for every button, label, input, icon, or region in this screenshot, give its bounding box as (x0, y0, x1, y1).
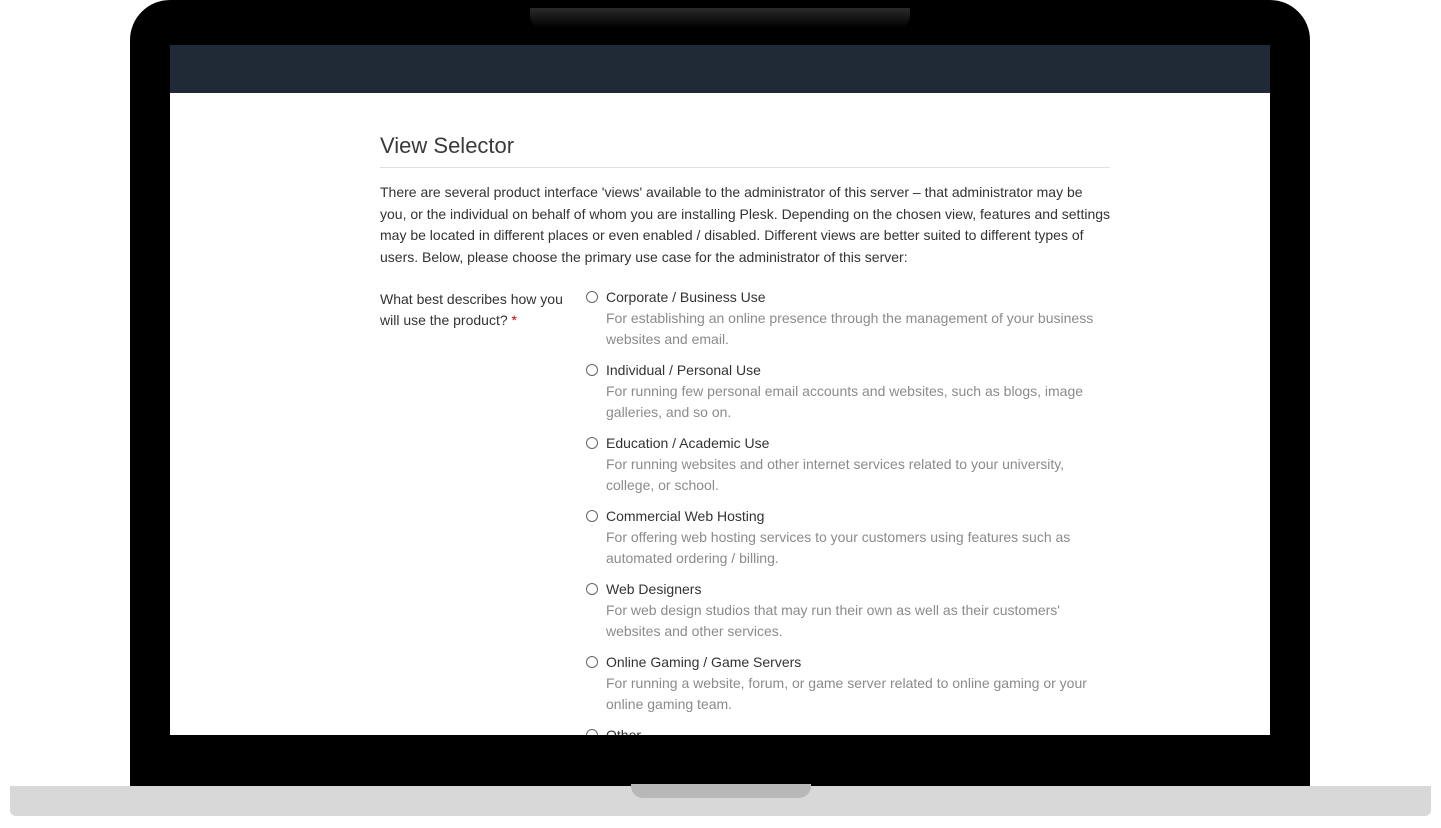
laptop-trackpad-notch (631, 784, 811, 798)
option-label[interactable]: Commercial Web Hosting (606, 508, 764, 524)
option-desc: For running websites and other internet … (606, 454, 1110, 496)
app-header-bar (170, 45, 1270, 93)
option-online-gaming: Online Gaming / Game Servers For running… (586, 654, 1110, 715)
option-label[interactable]: Online Gaming / Game Servers (606, 654, 801, 670)
option-individual: Individual / Personal Use For running fe… (586, 362, 1110, 423)
option-other: Other (586, 727, 1110, 735)
option-label[interactable]: Individual / Personal Use (606, 362, 761, 378)
laptop-frame: View Selector There are several product … (130, 0, 1310, 790)
radio-online-gaming[interactable] (586, 656, 598, 668)
option-label[interactable]: Education / Academic Use (606, 435, 769, 451)
option-head: Corporate / Business Use (586, 289, 1110, 305)
option-label[interactable]: Corporate / Business Use (606, 289, 766, 305)
option-head: Online Gaming / Game Servers (586, 654, 1110, 670)
radio-education[interactable] (586, 437, 598, 449)
option-desc: For running few personal email accounts … (606, 381, 1110, 423)
question-label: What best describes how you will use the… (380, 289, 570, 735)
option-education: Education / Academic Use For running web… (586, 435, 1110, 496)
required-asterisk: * (512, 312, 517, 328)
question-label-text: What best describes how you will use the… (380, 291, 563, 328)
radio-web-designers[interactable] (586, 583, 598, 595)
option-web-designers: Web Designers For web design studios tha… (586, 581, 1110, 642)
page-title: View Selector (380, 133, 1110, 168)
option-corporate: Corporate / Business Use For establishin… (586, 289, 1110, 350)
radio-corporate[interactable] (586, 291, 598, 303)
option-head: Education / Academic Use (586, 435, 1110, 451)
radio-commercial-hosting[interactable] (586, 510, 598, 522)
option-commercial-hosting: Commercial Web Hosting For offering web … (586, 508, 1110, 569)
laptop-camera-bar (530, 8, 910, 28)
radio-other[interactable] (586, 729, 598, 735)
options-column: Corporate / Business Use For establishin… (586, 289, 1110, 735)
option-head: Commercial Web Hosting (586, 508, 1110, 524)
option-desc: For establishing an online presence thro… (606, 308, 1110, 350)
option-head: Web Designers (586, 581, 1110, 597)
option-head: Other (586, 727, 1110, 735)
option-head: Individual / Personal Use (586, 362, 1110, 378)
screen: View Selector There are several product … (170, 45, 1270, 735)
option-desc: For web design studios that may run thei… (606, 600, 1110, 642)
intro-text: There are several product interface 'vie… (380, 182, 1110, 269)
option-desc: For running a website, forum, or game se… (606, 673, 1110, 715)
radio-individual[interactable] (586, 364, 598, 376)
option-label[interactable]: Other (606, 727, 641, 735)
option-desc: For offering web hosting services to you… (606, 527, 1110, 569)
option-label[interactable]: Web Designers (606, 581, 701, 597)
page-content: View Selector There are several product … (170, 93, 1270, 735)
form-row: What best describes how you will use the… (380, 289, 1110, 735)
